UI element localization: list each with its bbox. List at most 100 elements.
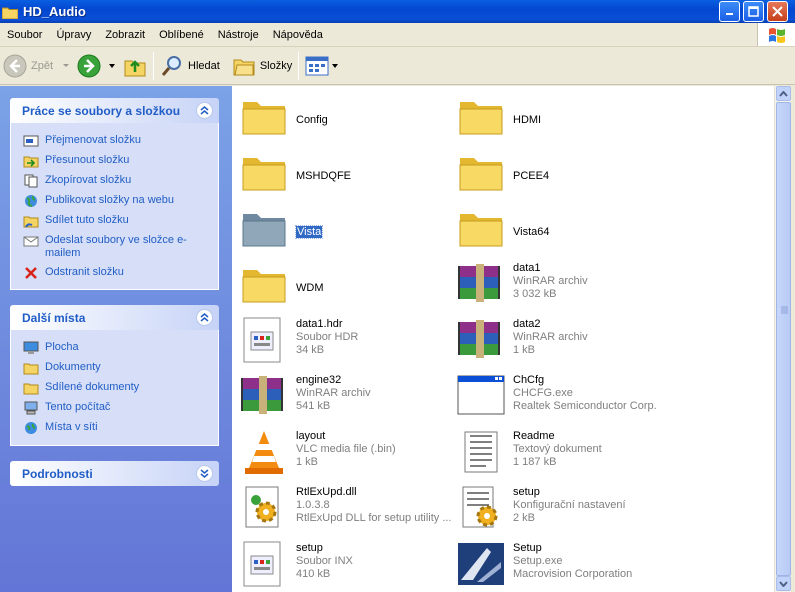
vertical-scrollbar[interactable]: [774, 86, 791, 592]
scroll-up-button[interactable]: [776, 86, 791, 101]
close-button[interactable]: [767, 1, 788, 22]
back-button[interactable]: Zpět: [0, 50, 74, 82]
task-move-folder[interactable]: Přesunout složku: [11, 151, 218, 171]
place-shared-documents[interactable]: Sdílené dokumenty: [11, 378, 218, 398]
file-item-vista[interactable]: Vista: [240, 204, 450, 254]
file-type: VLC media file (.bin): [296, 443, 396, 455]
file-item-setup-ini[interactable]: setup Konfigurační nastavení 2 kB: [457, 484, 667, 534]
file-item-mshdqfe[interactable]: MSHDQFE: [240, 148, 450, 198]
menu-edit[interactable]: Úpravy: [49, 29, 98, 41]
place-desktop[interactable]: Plocha: [11, 338, 218, 358]
place-network[interactable]: Místa v síti: [11, 418, 218, 438]
scroll-down-button[interactable]: [776, 576, 791, 591]
file-size: 541 kB: [296, 400, 331, 412]
chevron-down-icon: [332, 63, 339, 68]
file-company: Macrovision Corporation: [513, 568, 633, 580]
task-copy-folder[interactable]: Zkopírovat složku: [11, 171, 218, 191]
generic-file-icon: [243, 541, 281, 587]
file-type: Soubor INX: [296, 555, 353, 567]
file-item-setup-exe[interactable]: Setup Setup.exe Macrovision Corporation: [457, 540, 667, 590]
other-places-title: Další místa: [22, 310, 86, 325]
file-size: 1 187 kB: [513, 456, 557, 468]
collapse-icon[interactable]: [196, 309, 213, 326]
collapse-icon[interactable]: [196, 102, 213, 119]
place-my-computer[interactable]: Tento počítač: [11, 398, 218, 418]
file-name: MSHDQFE: [296, 170, 351, 182]
tasks-group-header[interactable]: Práce se soubory a složkou: [10, 98, 219, 123]
file-size: 3 032 kB: [513, 288, 557, 300]
details-header[interactable]: Podrobnosti: [10, 461, 219, 486]
file-item-data2[interactable]: data2 WinRAR archiv 1 kB: [457, 316, 667, 366]
file-name: layout: [296, 430, 326, 442]
file-item-readme[interactable]: Readme Textový dokument 1 187 kB: [457, 428, 667, 478]
file-name: setup: [513, 486, 540, 498]
grip-icon: [781, 306, 788, 314]
file-item-chcfg[interactable]: ChCfg CHCFG.exe Realtek Semiconductor Corp…: [457, 372, 667, 422]
title-bar: HD_Audio: [0, 0, 795, 23]
minimize-button[interactable]: [719, 1, 740, 22]
expand-icon[interactable]: [196, 465, 213, 482]
file-type: Textový dokument: [513, 443, 602, 455]
toolbar-separator: [153, 51, 155, 80]
winrar-icon: [241, 376, 283, 414]
file-name: Vista64: [513, 226, 550, 238]
file-name: HDMI: [513, 114, 542, 126]
folders-icon: [233, 59, 255, 75]
file-type: CHCFG.exe: [513, 387, 573, 399]
place-label: Sdílené dokumenty: [45, 381, 140, 393]
file-name: data1: [513, 262, 541, 274]
up-folder-button[interactable]: [120, 50, 150, 82]
forward-button[interactable]: [74, 50, 120, 82]
file-name: data1.hdr: [296, 318, 343, 330]
place-label: Dokumenty: [45, 361, 101, 373]
file-item-engine32[interactable]: engine32 WinRAR archiv 541 kB: [240, 372, 450, 422]
folders-label: Složky: [259, 59, 293, 72]
place-documents[interactable]: Dokumenty: [11, 358, 218, 378]
menu-view[interactable]: Zobrazit: [98, 29, 152, 41]
file-item-hdmi[interactable]: HDMI: [457, 92, 667, 142]
generic-file-icon: [243, 317, 281, 363]
file-name: RtlExUpd.dll: [296, 486, 357, 498]
file-size: 410 kB: [296, 568, 331, 580]
file-item-pcee4[interactable]: PCEE4: [457, 148, 667, 198]
file-item-vista64[interactable]: Vista64: [457, 204, 667, 254]
tasks-group-title: Práce se soubory a složkou: [22, 103, 181, 118]
file-item-data1[interactable]: data1 WinRAR archiv 3 032 kB: [457, 260, 667, 310]
menu-tools[interactable]: Nástroje: [211, 29, 266, 41]
file-name: Config: [296, 114, 328, 126]
copy-icon: [24, 174, 38, 188]
scrollbar-thumb[interactable]: [776, 102, 791, 576]
task-email-files[interactable]: Odeslat soubory ve složce e-mailem: [11, 231, 218, 263]
maximize-button[interactable]: [743, 1, 764, 22]
menu-help[interactable]: Nápověda: [266, 29, 330, 41]
file-item-rtlexupd-dll[interactable]: RtlExUpd.dll 1.0.3.8 RtlExUpd DLL for setu…: [240, 484, 452, 534]
desktop-icon: [23, 341, 39, 354]
shared-folder-icon: [23, 383, 39, 395]
search-button[interactable]: Hledat: [157, 50, 223, 82]
place-label: Plocha: [45, 341, 79, 353]
file-item-config[interactable]: Config: [240, 92, 450, 142]
views-button[interactable]: [302, 50, 342, 82]
folder-icon: [459, 158, 503, 191]
task-delete-folder[interactable]: Odstranit složku: [11, 263, 218, 283]
menu-file[interactable]: Soubor: [0, 29, 49, 41]
task-rename-folder[interactable]: Přejmenovat složku: [11, 131, 218, 151]
file-item-layout[interactable]: layout VLC media file (.bin) 1 kB: [240, 428, 450, 478]
file-name: PCEE4: [513, 170, 550, 182]
file-company: Realtek Semiconductor Corp.: [513, 400, 657, 412]
file-item-wdm[interactable]: WDM: [240, 260, 450, 310]
file-item-data1-hdr[interactable]: data1.hdr Soubor HDR 34 kB: [240, 316, 450, 366]
other-places-header[interactable]: Další místa: [10, 305, 219, 330]
menu-favorites[interactable]: Oblíbené: [152, 29, 211, 41]
close-icon: [772, 6, 783, 17]
window-title: HD_Audio: [23, 4, 86, 19]
folder-icon: [2, 7, 18, 19]
task-publish-web[interactable]: Publikovat složky na webu: [11, 191, 218, 211]
delete-icon: [25, 267, 37, 279]
file-item-setup-inx[interactable]: setup Soubor INX 410 kB: [240, 540, 450, 590]
file-type: WinRAR archiv: [513, 331, 588, 343]
folders-button[interactable]: Složky: [229, 50, 295, 82]
forward-arrow-icon: [77, 54, 101, 77]
folder-icon: [459, 214, 503, 247]
task-share-folder[interactable]: Sdílet tuto složku: [11, 211, 218, 231]
